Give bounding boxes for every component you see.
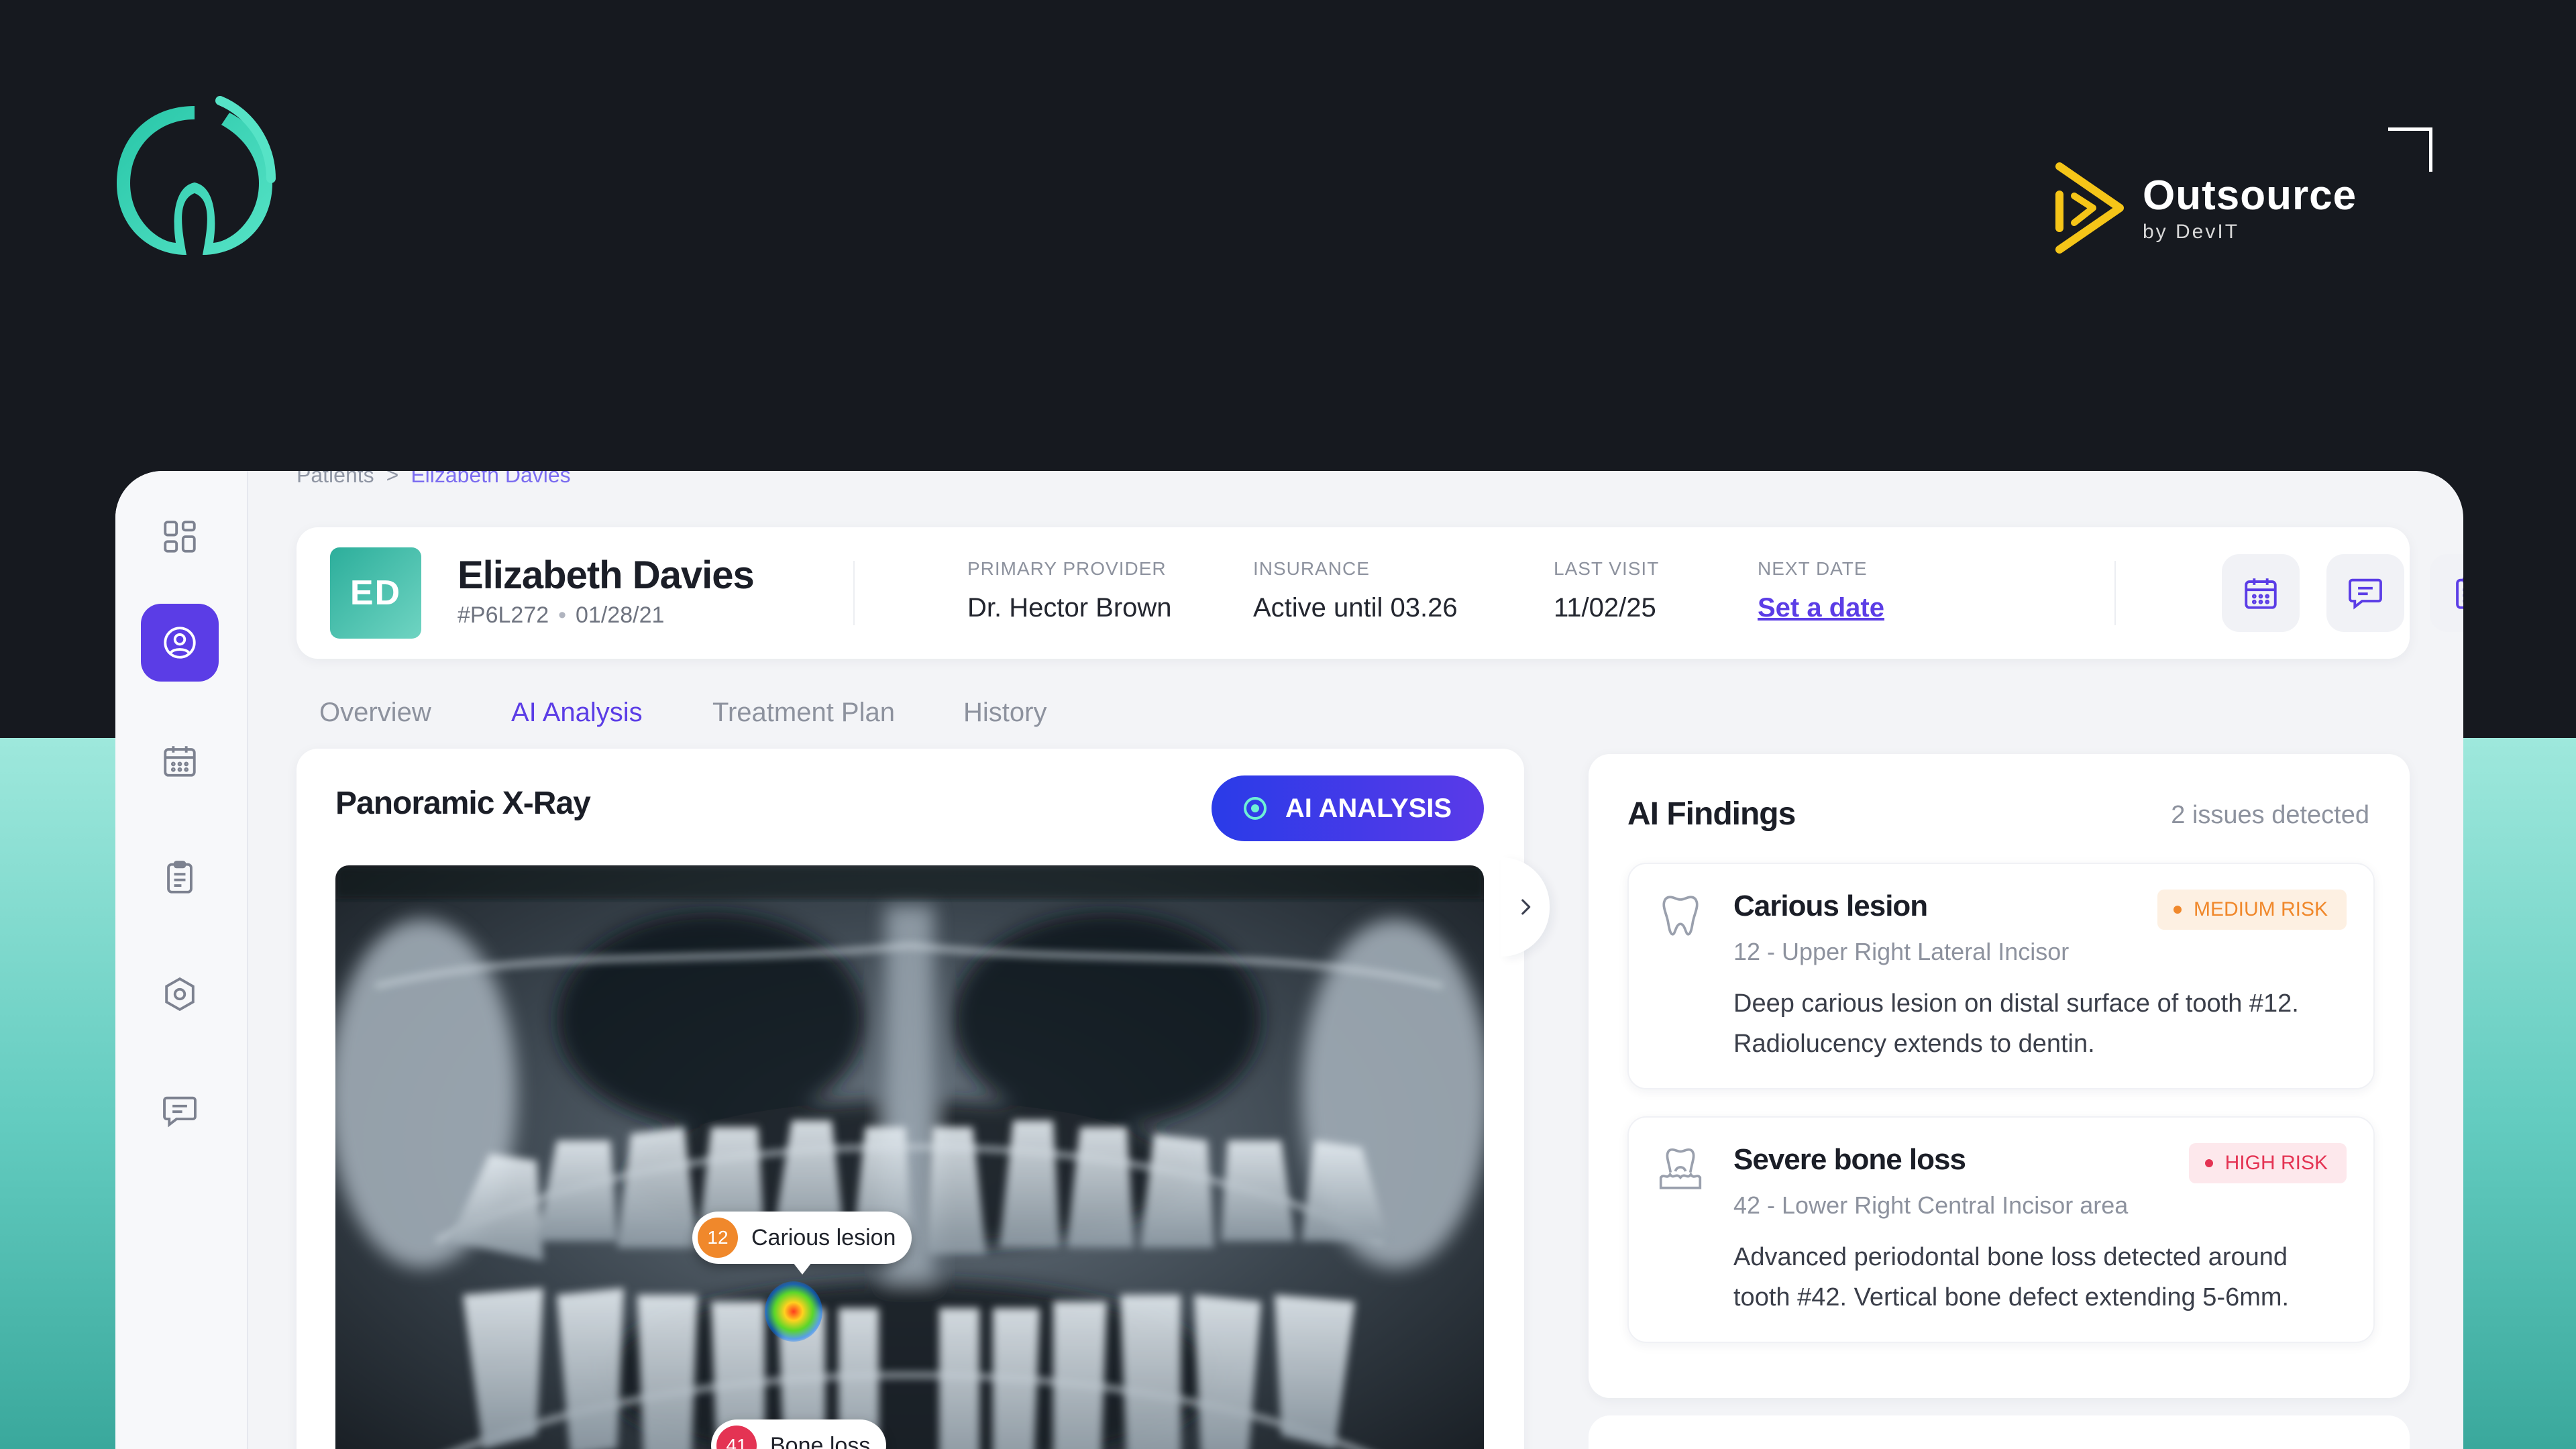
insurance-label: INSURANCE (1253, 558, 1370, 579)
patient-name: Elizabeth Davies (458, 553, 755, 597)
last-visit-value: 11/02/25 (1554, 593, 1656, 623)
next-card-peek (1589, 1415, 2410, 1449)
primary-provider-label: PRIMARY PROVIDER (967, 558, 1167, 579)
tab-ai-analysis[interactable]: AI Analysis (484, 698, 669, 754)
sidebar-item-calendar[interactable] (141, 722, 219, 800)
dashboard-icon (164, 521, 196, 553)
insurance-value: Active until 03.26 (1253, 593, 1458, 623)
ai-analysis-button[interactable]: AI ANALYSIS (1212, 775, 1484, 841)
company-subtitle: by DevIT (2143, 221, 2240, 243)
meta-separator: • (558, 602, 567, 628)
risk-label: MEDIUM RISK (2193, 898, 2328, 920)
patient-meta: #P6L272 • 01/28/21 (458, 602, 664, 629)
risk-badge-high: HIGH RISK (2188, 1143, 2347, 1183)
tab-treatment-plan[interactable]: Treatment Plan (712, 698, 895, 754)
sidebar-item-records[interactable] (141, 839, 219, 916)
marker-number: 41 (716, 1426, 757, 1449)
breadcrumb: Patients > Elizabeth Davies (297, 471, 571, 488)
sidebar-item-dashboard[interactable] (141, 498, 219, 576)
tab-treatment-plan-label: Treatment Plan (712, 698, 895, 727)
avatar: ED (330, 547, 421, 639)
finding-title: Severe bone loss (1733, 1143, 1966, 1176)
panoramic-xray-image[interactable]: 12 Carious lesion 41 Bone loss (335, 865, 1484, 1449)
patient-header-card: ED Elizabeth Davies #P6L272 • 01/28/21 PRI… (297, 527, 2463, 659)
tab-history-label: History (963, 698, 1047, 727)
schedule-button[interactable] (2222, 554, 2300, 632)
play-logo-icon (2053, 161, 2127, 255)
dental-logo-icon (107, 93, 282, 267)
sidebar-item-messages[interactable] (141, 1072, 219, 1150)
bone-loss-icon (1656, 1144, 1705, 1194)
tab-overview-label: Overview (319, 698, 431, 727)
next-image-button[interactable] (1501, 857, 1550, 957)
finding-location: 12 - Upper Right Lateral Incisor (1733, 938, 2070, 965)
patient-id: #P6L272 (458, 602, 549, 628)
calendar-icon (2245, 578, 2277, 609)
marker-label: Bone loss (770, 1432, 871, 1449)
set-date-link[interactable]: Set a date (1758, 593, 1884, 623)
finding-card-bone-loss[interactable]: Severe bone loss HIGH RISK 42 - Lower Ri… (1627, 1116, 2375, 1343)
findings-title: AI Findings (1627, 796, 1796, 832)
breadcrumb-parent[interactable]: Patients (297, 471, 374, 487)
finding-description: Advanced periodontal bone loss detected … (1733, 1243, 2290, 1311)
outsource-brand: Outsource by DevIT (2053, 161, 2357, 255)
corner-bracket (2388, 127, 2432, 172)
app-window: Patients > Elizabeth Davies ED Elizabeth D… (115, 471, 2463, 1449)
tooth-icon (1656, 891, 1705, 941)
breadcrumb-separator: > (386, 471, 399, 487)
main-content: Patients > Elizabeth Davies ED Elizabeth D… (247, 471, 2463, 1449)
tab-history[interactable]: History (963, 698, 1046, 754)
tab-ai-analysis-label: AI Analysis (511, 698, 643, 727)
xray-marker-bone-loss[interactable]: 41 Bone loss (711, 1419, 887, 1449)
ai-status-icon (1243, 797, 1267, 820)
next-date-label: NEXT DATE (1758, 558, 1868, 579)
clipboard-icon (2456, 577, 2463, 609)
xray-card: Panoramic X-Ray AI ANALYSIS 12 Carious l… (297, 749, 1524, 1449)
primary-provider-value: Dr. Hector Brown (967, 593, 1172, 623)
breadcrumb-current: Elizabeth Davies (411, 471, 571, 487)
finding-title: Carious lesion (1733, 890, 1928, 922)
patient-dob: 01/28/21 (576, 602, 665, 628)
xray-title: Panoramic X-Ray (335, 786, 591, 821)
sidebar (115, 471, 248, 1449)
calendar-icon (164, 746, 196, 777)
marker-number: 12 (698, 1218, 738, 1258)
finding-card-carious-lesion[interactable]: Carious lesion MEDIUM RISK 12 - Upper Ri… (1627, 863, 2375, 1089)
message-icon (163, 1096, 197, 1128)
risk-badge-medium: MEDIUM RISK (2157, 890, 2347, 930)
message-button[interactable] (2326, 554, 2404, 632)
chevron-right-icon (1521, 899, 1531, 915)
divider (853, 561, 855, 625)
last-visit-label: LAST VISIT (1554, 558, 1660, 579)
insurance-block: INSURANCE Active until 03.26 (1253, 558, 1458, 623)
sidebar-item-settings[interactable] (141, 955, 219, 1033)
tab-overview[interactable]: Overview (319, 698, 431, 754)
ai-analysis-label: AI ANALYSIS (1285, 793, 1452, 823)
marker-pointer (792, 1263, 812, 1275)
records-button[interactable] (2430, 554, 2463, 632)
finding-description: Deep carious lesion on distal surface of… (1733, 989, 2299, 1058)
settings-icon (165, 977, 195, 1012)
company-name: Outsource (2143, 172, 2357, 219)
last-visit-block: LAST VISIT 11/02/25 (1554, 558, 1659, 623)
marker-label: Carious lesion (751, 1224, 896, 1250)
message-icon (2349, 578, 2382, 610)
risk-label: HIGH RISK (2224, 1152, 2328, 1174)
divider (2114, 561, 2116, 625)
carious-lesion-heatmap (765, 1281, 822, 1342)
finding-location: 42 - Lower Right Central Incisor area (1733, 1191, 2129, 1219)
sidebar-item-patients[interactable] (141, 604, 219, 682)
ai-findings-card: AI Findings 2 issues detected Carious le… (1589, 754, 2410, 1398)
issues-count: 2 issues detected (2171, 801, 2369, 829)
clipboard-icon (167, 861, 193, 894)
patient-icon (164, 627, 196, 659)
primary-provider-block: PRIMARY PROVIDER Dr. Hector Brown (967, 558, 1172, 623)
xray-marker-carious-lesion[interactable]: 12 Carious lesion (692, 1212, 912, 1275)
next-date-block: NEXT DATE Set a date (1758, 558, 1884, 623)
